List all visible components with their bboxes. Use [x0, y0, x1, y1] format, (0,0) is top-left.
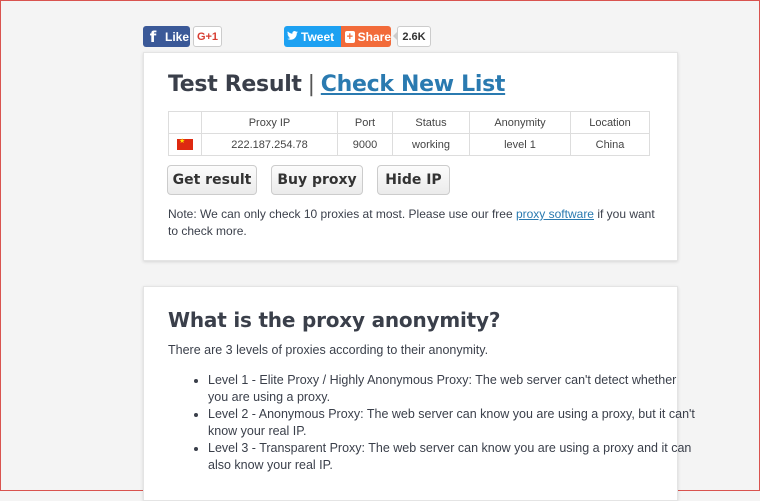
list-item: Level 2 - Anonymous Proxy: The web serve… [208, 406, 698, 440]
port-cell: 9000 [337, 133, 393, 156]
table-row: 222.187.254.78 9000 working level 1 Chin… [168, 133, 650, 156]
anonymity-cell: level 1 [469, 133, 571, 156]
header-location: Location [570, 111, 650, 134]
proxy-table: Proxy IP Port Status Anonymity Location … [168, 111, 650, 156]
tweet-button[interactable]: Tweet [284, 26, 341, 47]
anonymity-intro: There are 3 levels of proxies according … [168, 343, 489, 357]
result-heading: Test Result | Check New List [168, 72, 505, 97]
hide-ip-button[interactable]: Hide IP [377, 165, 450, 195]
get-result-button[interactable]: Get result [167, 165, 257, 195]
google-plus-button[interactable]: G+1 [193, 26, 222, 47]
share-label: Share [357, 29, 391, 44]
plus-icon: + [345, 30, 355, 43]
bird-icon [284, 30, 301, 43]
note-before: Note: We can only check 10 proxies at mo… [168, 207, 516, 221]
list-item: Level 1 - Elite Proxy / Highly Anonymous… [208, 372, 698, 406]
anonymity-heading: What is the proxy anonymity? [168, 308, 501, 332]
facebook-like-label: Like [165, 29, 190, 44]
anonymity-card: What is the proxy anonymity? There are 3… [143, 286, 695, 501]
header-anonymity: Anonymity [469, 111, 571, 134]
facebook-like-button[interactable]: f Like [143, 26, 190, 47]
proxy-ip-cell: 222.187.254.78 [201, 133, 338, 156]
result-title: Test Result [168, 72, 302, 97]
title-separator: | [307, 72, 315, 97]
china-flag-icon [177, 137, 193, 151]
header-flag [168, 111, 202, 134]
test-result-card: Test Result | Check New List Proxy IP Port… [143, 52, 678, 261]
status-cell: working [392, 133, 470, 156]
check-new-list-link[interactable]: Check New List [321, 72, 506, 97]
tweet-label: Tweet [301, 29, 335, 44]
share-button[interactable]: + Share [341, 26, 391, 47]
header-port: Port [337, 111, 393, 134]
facebook-icon: f [149, 27, 157, 46]
social-bar: f Like G+1 Tweet + Share 2.6K [143, 26, 443, 47]
header-status: Status [392, 111, 470, 134]
location-cell: China [570, 133, 650, 156]
note-text: Note: We can only check 10 proxies at mo… [168, 206, 658, 240]
header-proxy-ip: Proxy IP [201, 111, 338, 134]
table-header-row: Proxy IP Port Status Anonymity Location [168, 111, 650, 134]
flag-cell [168, 133, 202, 156]
share-count: 2.6K [393, 26, 431, 47]
buy-proxy-button[interactable]: Buy proxy [271, 165, 363, 195]
proxy-software-link[interactable]: proxy software [516, 207, 594, 221]
list-item: Level 3 - Transparent Proxy: The web ser… [208, 440, 698, 474]
anonymity-levels-list: Level 1 - Elite Proxy / Highly Anonymous… [168, 372, 698, 474]
